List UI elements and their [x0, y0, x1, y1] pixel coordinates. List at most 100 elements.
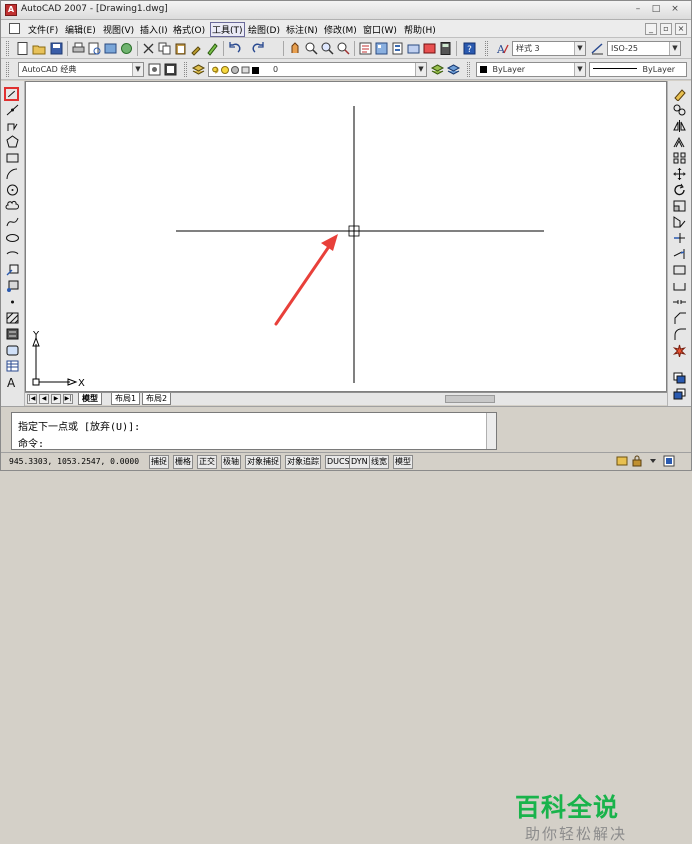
chevron-down-icon[interactable]: ▼ [132, 63, 143, 76]
otrack-toggle[interactable]: 对象追踪 [285, 455, 321, 469]
design-center-icon[interactable] [374, 41, 389, 56]
draw-order-icon[interactable] [672, 371, 687, 385]
toolbar-grip[interactable] [6, 62, 9, 77]
workspace-dropdown[interactable]: AutoCAD 经典 ▼ [18, 62, 144, 77]
menu-insert[interactable]: 插入(I) [140, 23, 168, 36]
first-tab-icon[interactable]: |◀ [27, 394, 37, 404]
fillet-icon[interactable] [672, 327, 687, 341]
mirror-icon[interactable] [672, 119, 687, 133]
paste-icon[interactable] [173, 41, 188, 56]
prev-tab-icon[interactable]: ◀ [39, 394, 49, 404]
menu-view[interactable]: 视图(V) [103, 23, 134, 36]
rotate-icon[interactable] [672, 183, 687, 197]
break-at-point-icon[interactable] [672, 263, 687, 277]
menu-edit[interactable]: 编辑(E) [65, 23, 96, 36]
make-object-layer-current-icon[interactable] [430, 62, 445, 77]
ellipse-arc-icon[interactable] [5, 247, 20, 261]
cut-icon[interactable] [141, 41, 156, 56]
redo-icon[interactable] [251, 41, 266, 56]
dyn-toggle[interactable]: DYN [349, 455, 370, 469]
undo-icon[interactable] [227, 41, 242, 56]
sheet-set-icon[interactable] [406, 41, 421, 56]
horizontal-scrollbar[interactable] [445, 395, 495, 403]
save-icon[interactable] [49, 41, 64, 56]
zoom-window-icon[interactable] [320, 41, 335, 56]
arc-icon[interactable] [5, 167, 20, 181]
ortho-toggle[interactable]: 正交 [197, 455, 217, 469]
join-icon[interactable] [672, 295, 687, 309]
clean-screen-icon[interactable] [663, 455, 675, 467]
toolbar-grip[interactable] [467, 62, 470, 77]
chevron-down-icon[interactable]: ▼ [574, 63, 585, 76]
polar-toggle[interactable]: 极轴 [221, 455, 241, 469]
table-icon[interactable] [5, 359, 20, 373]
trim-icon[interactable] [672, 231, 687, 245]
next-tab-icon[interactable]: ▶ [51, 394, 61, 404]
construction-line-icon[interactable] [5, 103, 20, 117]
linetype-control-dropdown[interactable]: ByLayer [589, 62, 687, 77]
communication-center-icon[interactable] [616, 455, 628, 467]
circle-icon[interactable] [5, 183, 20, 197]
help-icon[interactable]: ? [462, 41, 477, 56]
hatch-icon[interactable] [5, 311, 20, 325]
3d-dwf-icon[interactable] [119, 41, 134, 56]
snap-toggle[interactable]: 捕捉 [149, 455, 169, 469]
pan-icon[interactable] [288, 41, 303, 56]
plot-preview-icon[interactable] [87, 41, 102, 56]
gradient-icon[interactable] [5, 327, 20, 341]
erase-icon[interactable] [672, 87, 687, 101]
print-icon[interactable] [71, 41, 86, 56]
publish-icon[interactable] [103, 41, 118, 56]
layer-dropdown[interactable]: 0 ▼ [208, 62, 427, 77]
spline-icon[interactable] [5, 215, 20, 229]
tab-layout1[interactable]: 布局1 [111, 393, 141, 405]
layer-manager-icon[interactable] [191, 62, 206, 77]
point-icon[interactable] [5, 295, 20, 309]
extend-icon[interactable] [672, 247, 687, 261]
my-workspace-icon[interactable] [163, 62, 178, 77]
block-editor-icon[interactable] [205, 41, 220, 56]
osnap-toggle[interactable]: 对象捕捉 [245, 455, 281, 469]
open-icon[interactable] [32, 41, 47, 56]
layer-previous-icon[interactable] [446, 62, 461, 77]
document-icon[interactable] [9, 23, 20, 34]
menu-format[interactable]: 格式(O) [173, 23, 205, 36]
calculator-icon[interactable] [438, 41, 453, 56]
workspace-settings-icon[interactable] [147, 62, 162, 77]
chevron-down-icon[interactable]: ▼ [669, 42, 680, 55]
new-icon[interactable] [15, 41, 30, 56]
last-tab-icon[interactable]: ▶| [63, 394, 73, 404]
array-icon[interactable] [672, 151, 687, 165]
color-control-dropdown[interactable]: ByLayer ▼ [476, 62, 586, 77]
chevron-down-icon[interactable]: ▼ [415, 63, 426, 76]
revision-cloud-icon[interactable] [5, 199, 20, 213]
text-style-icon[interactable]: A [495, 41, 510, 56]
markup-icon[interactable] [422, 41, 437, 56]
dimension-style-icon[interactable] [590, 41, 605, 56]
doc-minimize-icon[interactable]: _ [645, 23, 657, 35]
chamfer-icon[interactable] [672, 311, 687, 325]
command-history[interactable]: 指定下一点或 [放弃(U)]: 命令: [11, 412, 497, 450]
toolbar-grip[interactable] [6, 41, 9, 56]
polygon-icon[interactable] [5, 135, 20, 149]
doc-restore-icon[interactable]: ▫ [660, 23, 672, 35]
status-menu-icon[interactable] [647, 455, 659, 467]
tab-model[interactable]: 模型 [78, 393, 102, 405]
lineweight-toggle[interactable]: 线宽 [369, 455, 389, 469]
match-properties-icon[interactable] [189, 41, 204, 56]
toolbar-grip[interactable] [184, 62, 187, 77]
break-icon[interactable] [672, 279, 687, 293]
drawing-area[interactable]: Y X [25, 81, 667, 392]
tool-palettes-icon[interactable] [390, 41, 405, 56]
toolbar-grip[interactable] [485, 41, 488, 56]
multiline-text-icon[interactable]: A [5, 375, 20, 389]
lock-icon[interactable] [631, 455, 643, 467]
zoom-realtime-icon[interactable] [304, 41, 319, 56]
explode-icon[interactable] [672, 343, 687, 357]
model-toggle[interactable]: 模型 [393, 455, 413, 469]
make-block-icon[interactable] [5, 279, 20, 293]
doc-close-icon[interactable]: × [675, 23, 687, 35]
menu-draw[interactable]: 绘图(D) [248, 23, 280, 36]
menu-modify[interactable]: 修改(M) [324, 23, 357, 36]
menu-dimension[interactable]: 标注(N) [286, 23, 318, 36]
